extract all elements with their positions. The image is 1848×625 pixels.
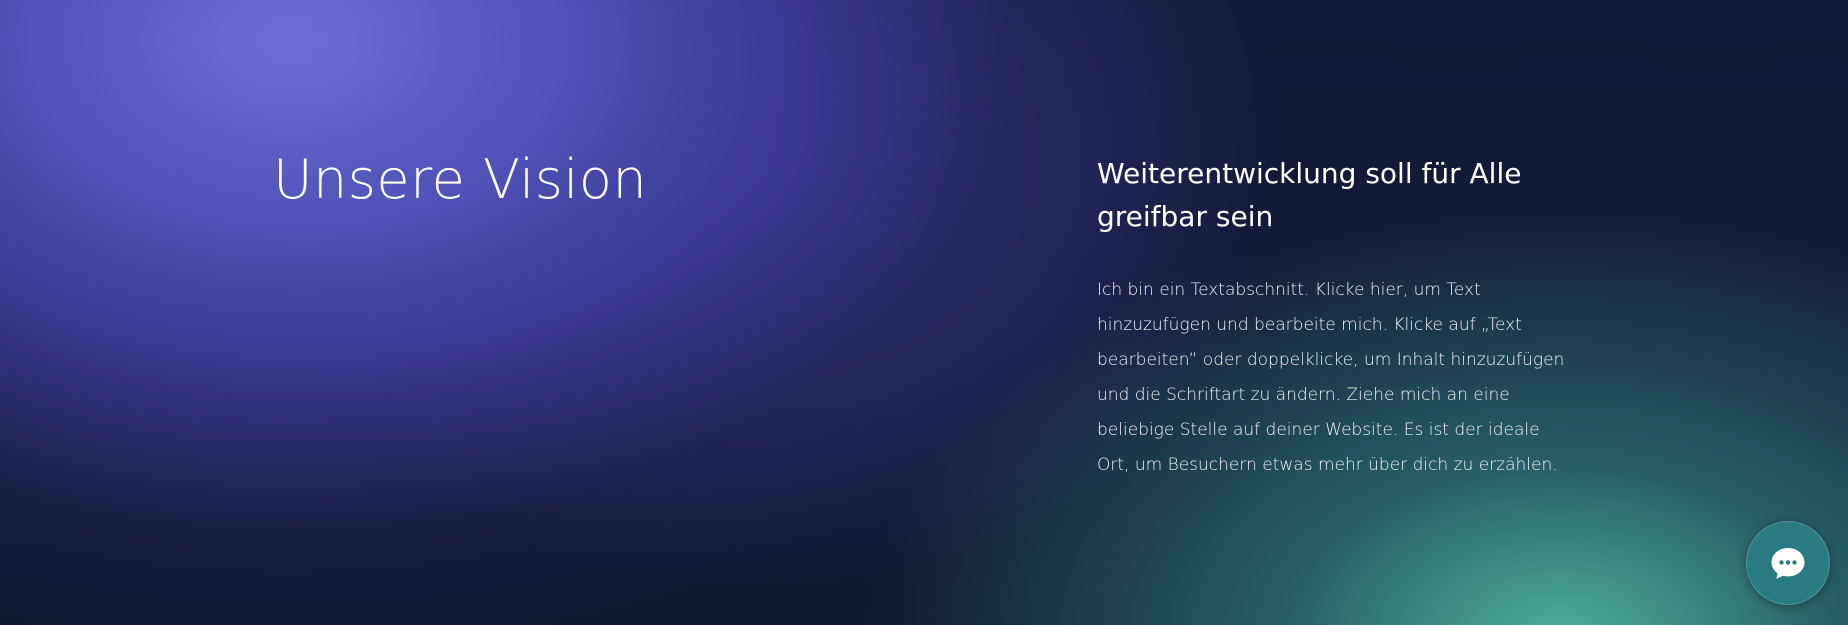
chat-button[interactable] — [1746, 521, 1830, 605]
vision-subheading: Weiterentwicklung soll für Alle greifbar… — [1097, 157, 1522, 233]
vision-paragraph[interactable]: Ich bin ein Textabschnitt. Klicke hier, … — [1097, 273, 1567, 483]
vision-section: Unsere Vision Weiterentwicklung soll für… — [0, 0, 1848, 625]
chat-bubble-icon — [1768, 543, 1808, 583]
vision-title: Unsere Vision — [273, 148, 648, 211]
